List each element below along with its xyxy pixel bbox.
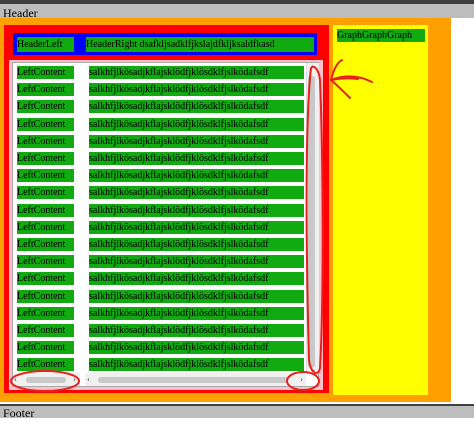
page-footer: Footer bbox=[0, 404, 474, 420]
annotation-scrollbar-outline bbox=[305, 65, 324, 375]
arrow-annotation-icon bbox=[330, 59, 373, 99]
footer-title: Footer bbox=[3, 406, 35, 420]
annotation-overlay bbox=[10, 59, 373, 392]
annotation-right-scroll-circle bbox=[286, 371, 320, 391]
annotation-left-scroll-circle bbox=[10, 370, 80, 392]
